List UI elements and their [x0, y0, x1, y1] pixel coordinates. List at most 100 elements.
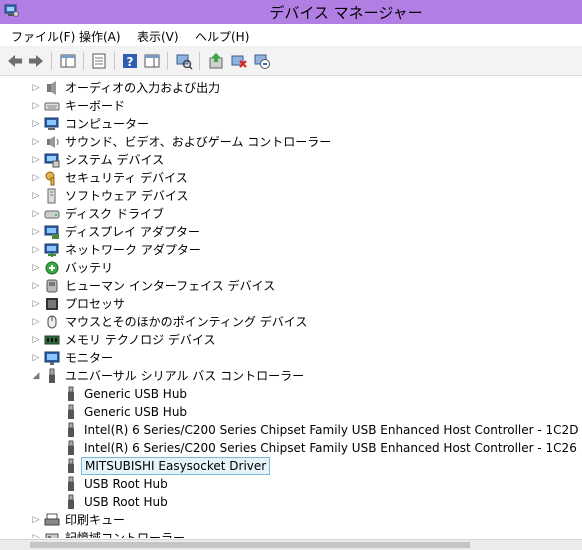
tree-item[interactable]: USB Root Hub: [0, 493, 582, 511]
expand-toggle[interactable]: ▷: [31, 533, 41, 538]
usb-device-icon: [68, 422, 74, 437]
tree-category[interactable]: ▷ 記憶域コントローラー: [0, 529, 582, 538]
expand-toggle[interactable]: ▷: [31, 263, 41, 273]
toolbar-separator: [114, 52, 115, 70]
tree-item-label: ネットワーク アダプター: [65, 243, 201, 257]
help-icon[interactable]: ?: [121, 52, 139, 70]
tree-item[interactable]: Generic USB Hub: [0, 385, 582, 403]
expand-toggle[interactable]: ▷: [31, 119, 41, 129]
hid-icon: [46, 279, 58, 293]
toolbar-separator: [83, 52, 84, 70]
disk-drive-icon: [44, 210, 60, 219]
tree-item-label: Intel(R) 6 Series/C200 Series Chipset Fa…: [84, 423, 579, 437]
toolbar-separator: [199, 52, 200, 70]
keyboard-icon: [44, 102, 60, 111]
tree-category[interactable]: ▷ バッテリ: [0, 259, 582, 277]
battery-icon: [45, 261, 59, 275]
expand-toggle[interactable]: ▷: [31, 173, 41, 183]
software-device-icon: [47, 188, 56, 204]
tree-item-label: プロセッサ: [65, 297, 126, 311]
expand-toggle[interactable]: ▷: [31, 299, 41, 309]
expand-toggle[interactable]: ▷: [31, 209, 41, 219]
processor-icon: [46, 298, 58, 310]
disable-device-icon[interactable]: [253, 52, 271, 70]
menu-view[interactable]: 表示(V): [137, 28, 179, 45]
horizontal-scrollbar[interactable]: [0, 539, 582, 550]
expand-toggle[interactable]: ▷: [31, 137, 41, 147]
usb-device-icon: [68, 494, 74, 509]
tree-category[interactable]: ▷ ディスプレイ アダプター: [0, 223, 582, 241]
expand-toggle[interactable]: ▷: [31, 191, 41, 201]
forward-arrow-icon[interactable]: [27, 52, 45, 70]
tree-item-selected[interactable]: MITSUBISHI Easysocket Driver: [0, 457, 582, 475]
tree-item-label: サウンド、ビデオ、およびゲーム コントローラー: [65, 135, 332, 149]
tree-category[interactable]: ▷ サウンド、ビデオ、およびゲーム コントローラー: [0, 133, 582, 151]
tree-item-label: バッテリ: [65, 261, 114, 275]
tree-category[interactable]: ▷ システム デバイス: [0, 151, 582, 169]
usb-device-icon: [68, 440, 74, 455]
update-driver-icon[interactable]: [207, 52, 225, 70]
expand-toggle[interactable]: ▷: [31, 281, 41, 291]
tree-category[interactable]: ▷ オーディオの入力および出力: [0, 79, 582, 97]
tree-item[interactable]: Intel(R) 6 Series/C200 Series Chipset Fa…: [0, 421, 582, 439]
memory-icon: [44, 335, 60, 345]
tree-item-label: システム デバイス: [65, 153, 165, 167]
usb-device-icon: [68, 404, 74, 419]
title-bar: デバイス マネージャー: [0, 0, 582, 24]
tree-item[interactable]: USB Root Hub: [0, 475, 582, 493]
tree-category[interactable]: ▷ プロセッサ: [0, 295, 582, 313]
menu-help[interactable]: ヘルプ(H): [195, 28, 249, 45]
collapse-toggle[interactable]: ◢: [31, 371, 41, 381]
tree-category[interactable]: ▷ ヒューマン インターフェイス デバイス: [0, 277, 582, 295]
scan-hardware-icon[interactable]: [175, 52, 193, 70]
tree-item-label: USB Root Hub: [84, 477, 168, 491]
tree-category[interactable]: ▷ キーボード: [0, 97, 582, 115]
menu-action[interactable]: 操作(A): [79, 28, 121, 45]
system-device-icon: [44, 153, 60, 168]
usb-device-icon: [68, 386, 74, 401]
usb-icon: [49, 368, 55, 383]
menu-bar: ファイル(F) 操作(A) 表示(V) ヘルプ(H): [0, 24, 582, 47]
expand-toggle[interactable]: ▷: [31, 101, 41, 111]
tree-item-label: ディスプレイ アダプター: [65, 225, 200, 239]
properties-icon[interactable]: [90, 52, 108, 70]
tree-item-label: オーディオの入力および出力: [65, 81, 221, 95]
expand-toggle[interactable]: ▷: [31, 317, 41, 327]
tree-category[interactable]: ▷ セキュリティ デバイス: [0, 169, 582, 187]
tree-item[interactable]: Generic USB Hub: [0, 403, 582, 421]
tree-category[interactable]: ▷ 印刷キュー: [0, 511, 582, 529]
tree-category[interactable]: ▷ マウスとそのほかのポインティング デバイス: [0, 313, 582, 331]
expand-toggle[interactable]: ▷: [31, 83, 41, 93]
sound-icon: [47, 136, 59, 148]
device-tree[interactable]: ▷ オーディオの入力および出力 ▷ キーボード ▷ コンピューター ▷ サウンド、ビデオ、およ…: [0, 76, 582, 538]
network-adapter-icon: [44, 243, 59, 257]
tree-item-label: マウスとそのほかのポインティング デバイス: [65, 315, 308, 329]
tree-category-usb[interactable]: ◢ ユニバーサル シリアル バス コントローラー: [0, 367, 582, 385]
scrollbar-thumb[interactable]: [30, 542, 470, 548]
menu-file[interactable]: ファイル(F): [11, 28, 75, 45]
usb-device-icon: [68, 476, 74, 491]
expand-toggle[interactable]: ▷: [31, 353, 41, 363]
show-hide-tree-icon[interactable]: [59, 52, 77, 70]
expand-toggle[interactable]: ▷: [31, 227, 41, 237]
tree-category[interactable]: ▷ モニター: [0, 349, 582, 367]
tree-category[interactable]: ▷ ディスク ドライブ: [0, 205, 582, 223]
storage-controller-icon: [45, 533, 59, 538]
tree-category[interactable]: ▷ メモリ テクノロジ デバイス: [0, 331, 582, 349]
tree-item-label: ソフトウェア デバイス: [65, 189, 189, 203]
tree-item-label: Generic USB Hub: [84, 387, 188, 401]
back-arrow-icon[interactable]: [6, 52, 24, 70]
tree-category[interactable]: ▷ コンピューター: [0, 115, 582, 133]
uninstall-icon[interactable]: [230, 52, 248, 70]
tree-category[interactable]: ▷ ネットワーク アダプター: [0, 241, 582, 259]
action-pane-icon[interactable]: [143, 52, 161, 70]
tree-item[interactable]: Intel(R) 6 Series/C200 Series Chipset Fa…: [0, 439, 582, 457]
expand-toggle[interactable]: ▷: [31, 515, 41, 525]
expand-toggle[interactable]: ▷: [31, 245, 41, 255]
tree-item-label: セキュリティ デバイス: [65, 171, 188, 185]
tree-category[interactable]: ▷ ソフトウェア デバイス: [0, 187, 582, 205]
toolbar: ?: [0, 47, 582, 76]
expand-toggle[interactable]: ▷: [31, 335, 41, 345]
monitor-icon: [44, 351, 60, 365]
expand-toggle[interactable]: ▷: [31, 155, 41, 165]
